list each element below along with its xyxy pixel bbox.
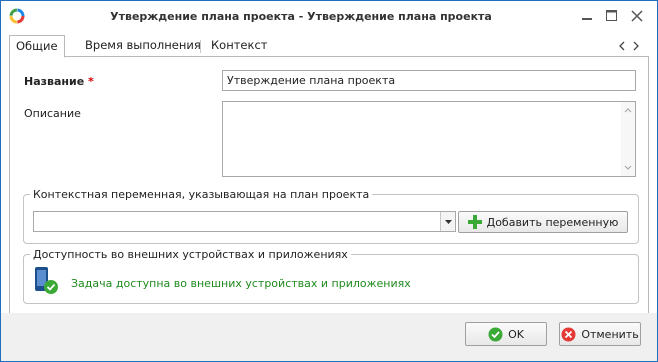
name-label-text: Название bbox=[24, 75, 85, 88]
tab-general[interactable]: Общие bbox=[9, 35, 65, 58]
scroll-down-icon[interactable] bbox=[624, 165, 632, 171]
tab-scroll-right-icon[interactable] bbox=[631, 40, 641, 52]
availability-group: Доступность во внешних устройствах и при… bbox=[23, 248, 639, 304]
cancel-button[interactable]: Отменить bbox=[559, 322, 641, 346]
title-bar: Утверждение плана проекта - Утверждение … bbox=[1, 1, 657, 32]
context-variable-group-title: Контекстная переменная, указывающая на п… bbox=[30, 188, 373, 201]
availability-group-title: Доступность во внешних устройствах и при… bbox=[30, 248, 351, 261]
name-input[interactable] bbox=[222, 70, 636, 91]
tab-context[interactable]: Контекст bbox=[205, 35, 273, 57]
availability-status-text: Задача доступна во внешних устройствах и… bbox=[71, 277, 411, 290]
name-label: Название * bbox=[24, 75, 94, 88]
plus-icon bbox=[467, 215, 482, 229]
tab-strip: Общие Время выполнения Контекст bbox=[9, 35, 649, 58]
context-variable-select[interactable] bbox=[33, 211, 456, 232]
add-variable-button[interactable]: Добавить переменную bbox=[458, 211, 628, 233]
tab-separator bbox=[200, 40, 201, 53]
cancel-circle-icon bbox=[561, 327, 576, 341]
close-icon[interactable] bbox=[627, 7, 647, 25]
description-scrollbar[interactable] bbox=[621, 102, 635, 176]
maximize-icon[interactable] bbox=[601, 7, 621, 25]
ok-button-label: OK bbox=[508, 327, 524, 341]
dialog-footer: OK Отменить bbox=[1, 313, 657, 361]
window-title: Утверждение плана проекта - Утверждение … bbox=[110, 10, 492, 23]
required-mark: * bbox=[88, 75, 94, 88]
context-variable-group: Контекстная переменная, указывающая на п… bbox=[23, 188, 639, 244]
description-label: Описание bbox=[24, 107, 81, 120]
scroll-up-icon[interactable] bbox=[624, 107, 632, 113]
description-textarea[interactable] bbox=[222, 101, 636, 177]
ok-button[interactable]: OK bbox=[465, 322, 547, 346]
check-circle-icon bbox=[488, 327, 503, 341]
tab-execution-time[interactable]: Время выполнения bbox=[79, 35, 207, 57]
dialog-window: Утверждение плана проекта - Утверждение … bbox=[0, 0, 658, 362]
cancel-button-label: Отменить bbox=[581, 327, 639, 341]
add-variable-label: Добавить переменную bbox=[486, 215, 619, 229]
minimize-icon[interactable] bbox=[577, 7, 597, 25]
tab-content-general: Название * Описание Контекстная переменн… bbox=[9, 57, 649, 313]
select-dropdown-button[interactable] bbox=[440, 212, 455, 231]
mobile-device-check-icon bbox=[35, 267, 58, 294]
tab-scroll-left-icon[interactable] bbox=[617, 40, 627, 52]
chevron-down-icon bbox=[445, 220, 452, 224]
